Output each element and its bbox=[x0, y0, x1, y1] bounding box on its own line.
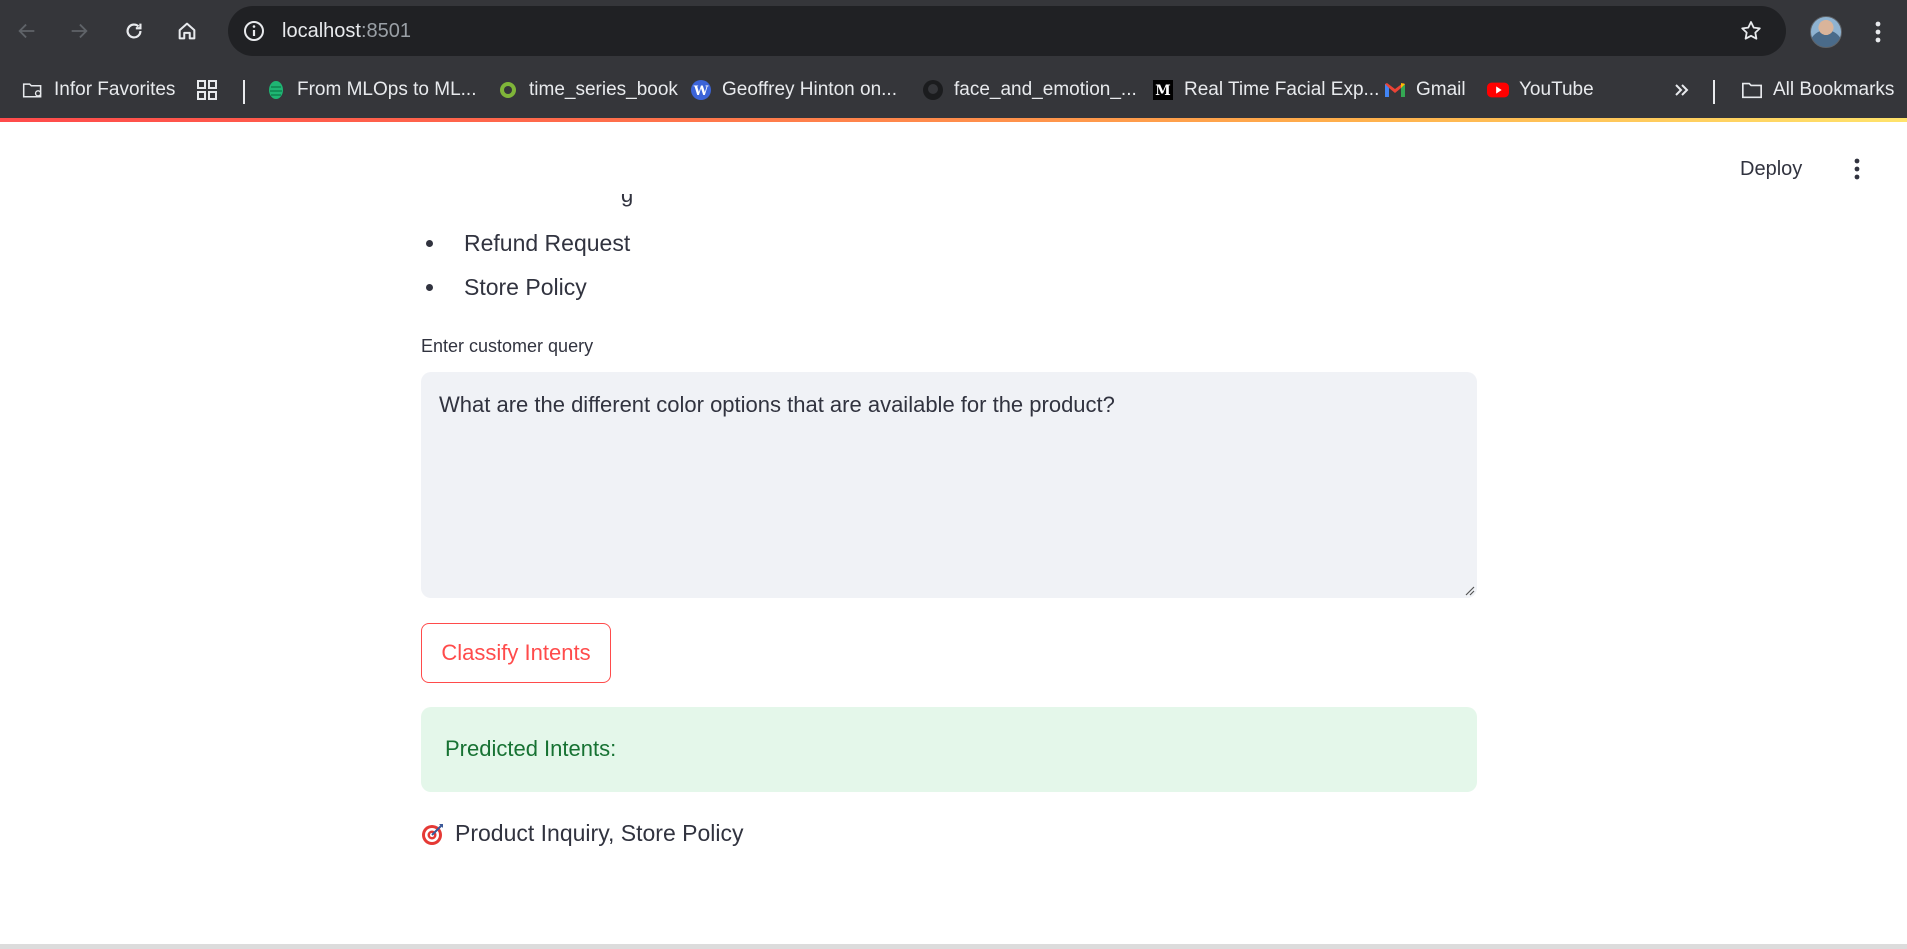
bookmarks-bar: Infor Favorites From MLOps to ML... time… bbox=[0, 62, 1907, 118]
window-bottom-edge bbox=[0, 944, 1907, 949]
double-chevron-right-icon bbox=[1671, 79, 1693, 101]
browser-toolbar: localhost:8501 bbox=[0, 0, 1907, 62]
success-alert-text: Predicted Intents: bbox=[445, 736, 617, 761]
reload-button[interactable] bbox=[117, 14, 151, 48]
github-icon bbox=[922, 79, 944, 101]
bookmark-label: YouTube bbox=[1519, 79, 1594, 100]
back-button[interactable] bbox=[10, 14, 44, 48]
folder-gear-icon bbox=[22, 79, 44, 101]
bookmark-youtube[interactable]: YouTube bbox=[1487, 74, 1594, 106]
intent-list: Refund Request Store Policy bbox=[421, 228, 630, 316]
apps-button[interactable] bbox=[196, 74, 218, 106]
bookmark-label: Geoffrey Hinton on... bbox=[722, 79, 897, 100]
bookmark-geoffrey-hinton[interactable]: W Geoffrey Hinton on... bbox=[690, 74, 897, 106]
query-textarea[interactable] bbox=[421, 372, 1477, 598]
more-vert-icon bbox=[1875, 21, 1881, 43]
all-bookmarks-button[interactable]: All Bookmarks bbox=[1741, 74, 1894, 106]
site-info-icon[interactable] bbox=[242, 19, 266, 43]
scrolled-list-item-text: g bbox=[621, 194, 634, 207]
list-item: Store Policy bbox=[421, 272, 630, 316]
url-host: localhost bbox=[282, 20, 361, 42]
bookmark-gmail[interactable]: Gmail bbox=[1384, 74, 1466, 106]
deploy-button[interactable]: Deploy bbox=[1740, 158, 1802, 181]
bookmark-label: From MLOps to ML... bbox=[297, 79, 477, 100]
apps-grid-icon bbox=[196, 79, 218, 101]
bookmark-from-mlops[interactable]: From MLOps to ML... bbox=[265, 74, 476, 106]
classify-intents-button[interactable]: Classify Intents bbox=[421, 623, 611, 683]
bookmark-star-icon[interactable] bbox=[1738, 18, 1764, 44]
svg-text:M: M bbox=[1155, 83, 1171, 99]
wordpress-icon: W bbox=[690, 79, 712, 101]
bookmark-face-and-emotion[interactable]: face_and_emotion_... bbox=[922, 74, 1137, 106]
bookmark-label: time_series_book bbox=[529, 79, 678, 100]
bookmark-label: face_and_emotion_... bbox=[954, 79, 1137, 100]
home-icon bbox=[178, 22, 196, 40]
bookmark-label: Infor Favorites bbox=[54, 79, 176, 100]
bookmark-infor-favorites[interactable]: Infor Favorites bbox=[22, 74, 175, 106]
medium-icon: M bbox=[1152, 79, 1174, 101]
address-bar[interactable]: localhost:8501 bbox=[228, 6, 1786, 56]
chrome-menu-button[interactable] bbox=[1866, 16, 1890, 48]
app-menu-button[interactable] bbox=[1845, 154, 1869, 184]
profile-avatar[interactable] bbox=[1810, 16, 1842, 48]
gmail-icon bbox=[1384, 79, 1406, 101]
query-label: Enter customer query bbox=[421, 336, 594, 356]
url-text[interactable]: localhost:8501 bbox=[282, 20, 411, 43]
predicted-intents-result: Product Inquiry, Store Policy bbox=[421, 820, 743, 847]
more-bookmarks-button[interactable] bbox=[1671, 74, 1693, 106]
bookmark-label: Gmail bbox=[1416, 79, 1466, 100]
success-alert: Predicted Intents: bbox=[421, 707, 1477, 792]
svg-text:W: W bbox=[693, 84, 709, 99]
arrow-right-icon bbox=[71, 23, 88, 39]
list-item: Refund Request bbox=[421, 228, 630, 272]
all-bookmarks-label: All Bookmarks bbox=[1773, 79, 1895, 100]
ring-icon bbox=[497, 79, 519, 101]
app-main: Deploy g Refund Request Store Policy Ent… bbox=[0, 122, 1907, 944]
bookmark-divider bbox=[1713, 80, 1715, 104]
folder-icon bbox=[1741, 79, 1763, 101]
reload-icon bbox=[126, 23, 142, 39]
youtube-icon bbox=[1487, 79, 1509, 101]
bookmark-divider bbox=[243, 80, 245, 104]
bookmark-real-time-facial[interactable]: M Real Time Facial Exp... bbox=[1152, 74, 1379, 106]
arrow-left-icon bbox=[18, 23, 35, 39]
bookmark-time-series-book[interactable]: time_series_book bbox=[497, 74, 678, 106]
more-vert-icon bbox=[1854, 158, 1860, 180]
scrolled-list-item: g bbox=[421, 194, 721, 208]
forward-button[interactable] bbox=[62, 14, 96, 48]
resize-handle-icon[interactable] bbox=[1463, 584, 1475, 596]
bookmark-label: Real Time Facial Exp... bbox=[1184, 79, 1380, 100]
url-port: :8501 bbox=[360, 20, 411, 42]
result-text: Product Inquiry, Store Policy bbox=[455, 820, 744, 846]
hop-icon bbox=[265, 79, 287, 101]
target-icon bbox=[422, 823, 443, 845]
home-button[interactable] bbox=[170, 14, 204, 48]
